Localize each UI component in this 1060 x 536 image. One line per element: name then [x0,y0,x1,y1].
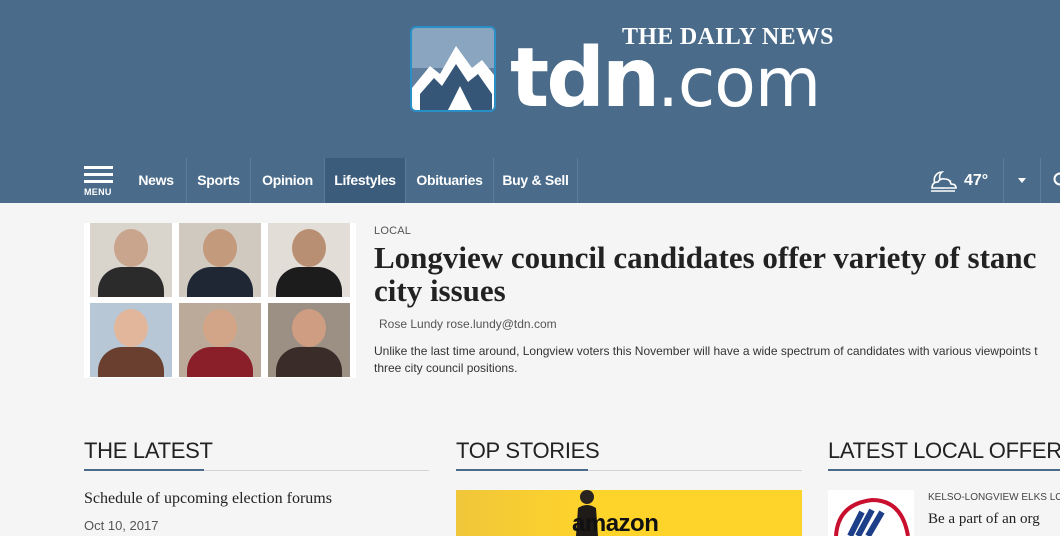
chevron-down-icon[interactable] [1018,178,1026,183]
elks-logo-icon [834,497,910,536]
nav-item-news[interactable]: News [126,158,187,203]
nav-divider [1003,158,1004,203]
candidate-photo [179,223,261,297]
feature-headline-line: city issues [374,273,506,308]
section-title-local-offers: LATEST LOCAL OFFERS [828,438,1060,463]
section-title-latest: THE LATEST [84,438,213,463]
feature-story-image[interactable] [84,223,356,378]
top-story-image-text: amazon [572,510,659,536]
candidate-photo [179,303,261,377]
logo-wordmark-domain: .com [657,44,821,123]
partly-cloudy-night-icon [931,171,957,192]
candidate-photo [268,303,350,377]
feature-summary-line: three city council positions. [374,361,518,375]
section-accent [828,469,1060,471]
mountain-logo-icon [410,26,496,112]
menu-label: MENU [84,187,112,197]
search-icon[interactable] [1051,171,1060,189]
top-story-image[interactable]: amazon [456,490,802,536]
latest-item-title[interactable]: Schedule of upcoming election forums [84,490,332,508]
offer-kicker[interactable]: KELSO-LONGVIEW ELKS LO [928,492,1060,503]
site-header: THE DAILY NEWS tdn.com [0,0,1060,158]
section-title-top-stories: TOP STORIES [456,438,600,463]
logo-wordmark-bold: tdn [510,31,660,126]
hamburger-icon-bar [84,173,113,176]
feature-headline[interactable]: Longview council candidates offer variet… [374,241,1060,307]
main-nav: MENU News Sports Opinion Lifestyles Obit… [0,158,1060,203]
section-accent [84,469,204,471]
weather-temperature: 47° [964,172,989,189]
offer-logo-image[interactable] [828,490,914,536]
nav-divider [1040,158,1041,203]
feature-headline-line: Longview council candidates offer variet… [374,240,1037,275]
nav-item-obituaries[interactable]: Obituaries [406,158,494,203]
candidate-photo [268,223,350,297]
site-logo[interactable]: THE DAILY NEWS tdn.com [410,24,850,120]
candidate-photo [90,223,172,297]
candidate-photo [90,303,172,377]
logo-wordmark: tdn.com [510,38,821,123]
latest-item-date: Oct 10, 2017 [84,518,159,533]
menu-button[interactable]: MENU [84,166,116,197]
feature-summary: Unlike the last time around, Longview vo… [374,343,1060,377]
feature-kicker[interactable]: LOCAL [374,225,411,237]
nav-item-sports[interactable]: Sports [187,158,251,203]
feature-summary-line: Unlike the last time around, Longview vo… [374,344,1038,358]
hamburger-icon [84,166,113,169]
section-accent [456,469,588,471]
offer-title[interactable]: Be a part of an org [928,510,1040,529]
nav-item-lifestyles[interactable]: Lifestyles [325,158,406,203]
feature-byline[interactable]: Rose Lundy rose.lundy@tdn.com [379,317,557,331]
nav-item-opinion[interactable]: Opinion [251,158,325,203]
nav-item-buy-sell[interactable]: Buy & Sell [494,158,578,203]
hamburger-icon-bar [84,180,113,183]
